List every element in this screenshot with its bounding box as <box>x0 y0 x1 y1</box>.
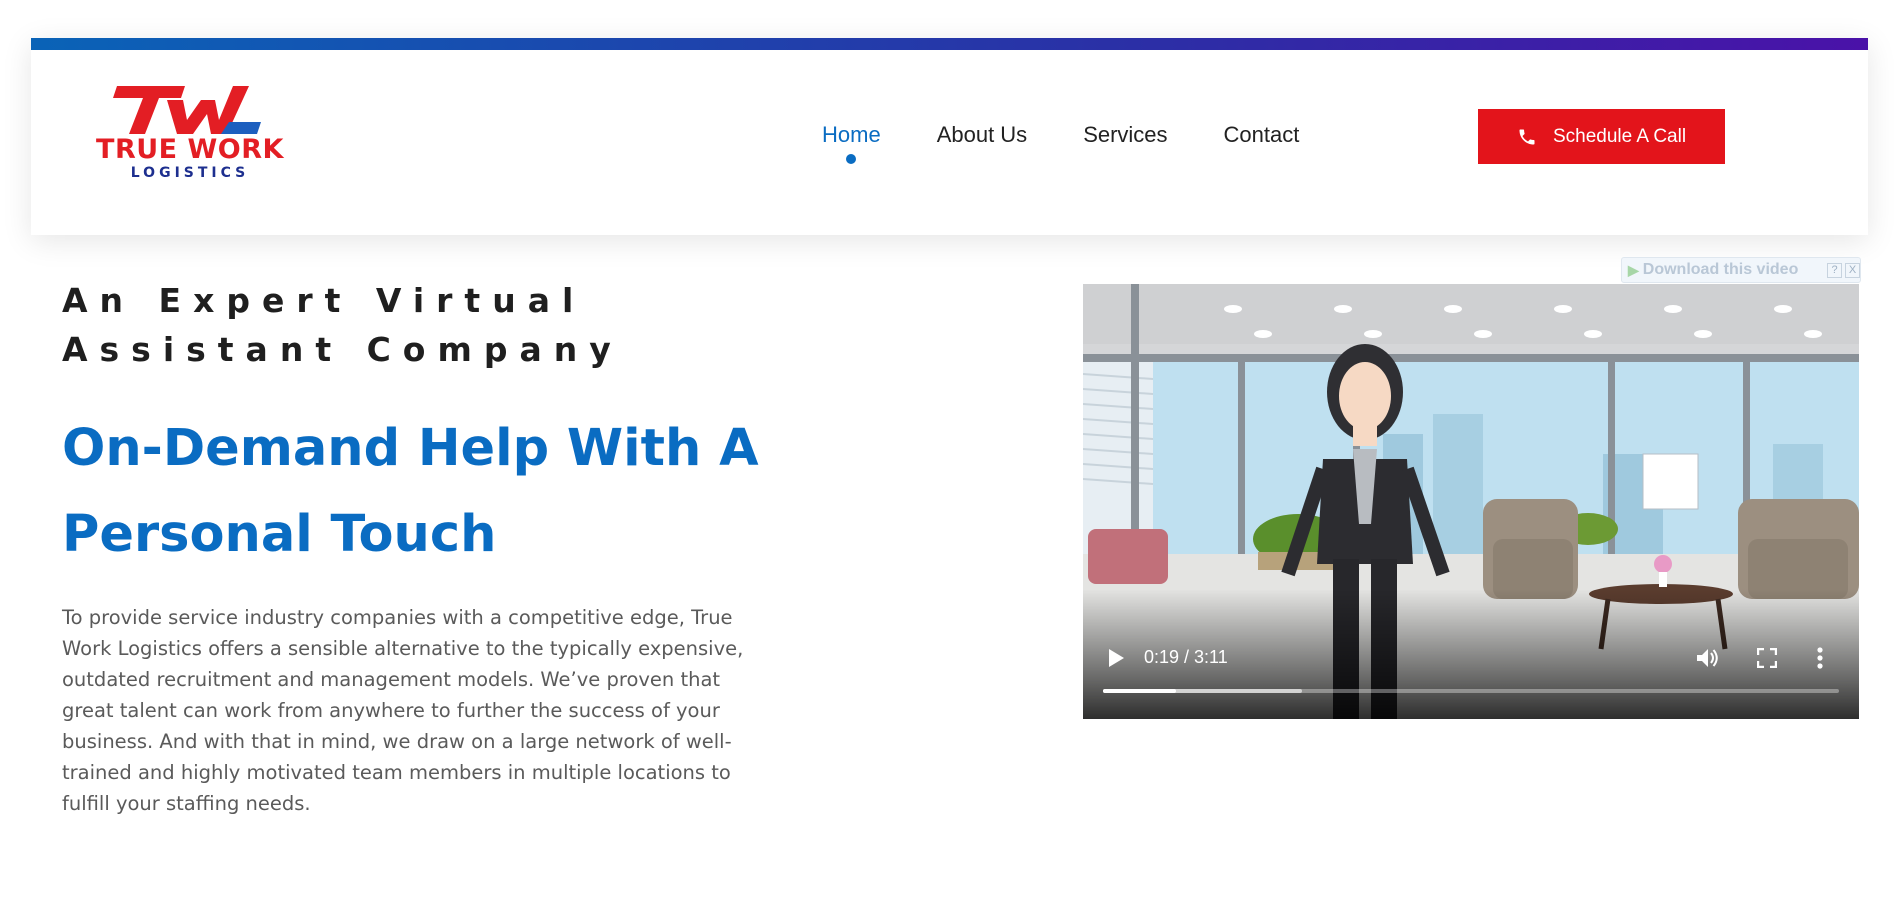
video-progress-bar[interactable] <box>1103 689 1839 693</box>
site-header: TRUE WORK LOGISTICS Home About Us Servic… <box>31 38 1868 235</box>
nav-item-label: About Us <box>936 122 1028 147</box>
nav-item-label: Services <box>1083 122 1168 147</box>
brand-logo[interactable]: TRUE WORK LOGISTICS <box>75 84 305 184</box>
download-close-icon[interactable]: X <box>1845 262 1860 278</box>
download-play-icon: ▶ <box>1628 261 1639 278</box>
brand-subtitle: LOGISTICS <box>130 165 250 181</box>
download-help-icon[interactable]: ? <box>1827 262 1842 278</box>
video-played-bar <box>1103 689 1177 693</box>
video-player[interactable]: 0:19 / 3:11 <box>1083 284 1859 719</box>
header-accent-bar <box>31 38 1868 50</box>
nav-item-label: Home <box>822 122 881 147</box>
brand-name: TRUE WORK <box>96 134 284 165</box>
hero-headline: On-Demand Help With A Personal Touch <box>62 419 759 564</box>
phone-icon <box>1519 129 1535 144</box>
nav-item-about-us[interactable]: About Us <box>937 120 1028 160</box>
more-options-icon[interactable] <box>1816 646 1824 670</box>
schedule-call-button[interactable]: Schedule A Call <box>1478 109 1725 164</box>
nav-item-contact[interactable]: Contact <box>1224 120 1300 160</box>
nav-item-services[interactable]: Services <box>1083 120 1167 160</box>
hero-tagline: An Expert Virtual Assistant Company <box>62 281 623 369</box>
active-indicator-dot <box>846 154 857 164</box>
nav-item-home[interactable]: Home <box>822 120 881 164</box>
schedule-call-label: Schedule A Call <box>1552 125 1687 147</box>
main-nav: Home About Us Services Contact <box>822 120 1355 164</box>
play-icon[interactable] <box>1107 648 1125 668</box>
download-video-label: Download this video <box>1642 261 1799 278</box>
tw-logo-mark <box>113 86 261 134</box>
volume-icon[interactable] <box>1696 647 1720 669</box>
hero-description: To provide service industry companies wi… <box>62 606 744 815</box>
nav-item-label: Contact <box>1223 122 1300 147</box>
download-video-badge[interactable]: ▶ Download this video ? X <box>1621 257 1861 283</box>
fullscreen-icon[interactable] <box>1757 648 1777 668</box>
video-time-display: 0:19 / 3:11 <box>1144 647 1228 667</box>
